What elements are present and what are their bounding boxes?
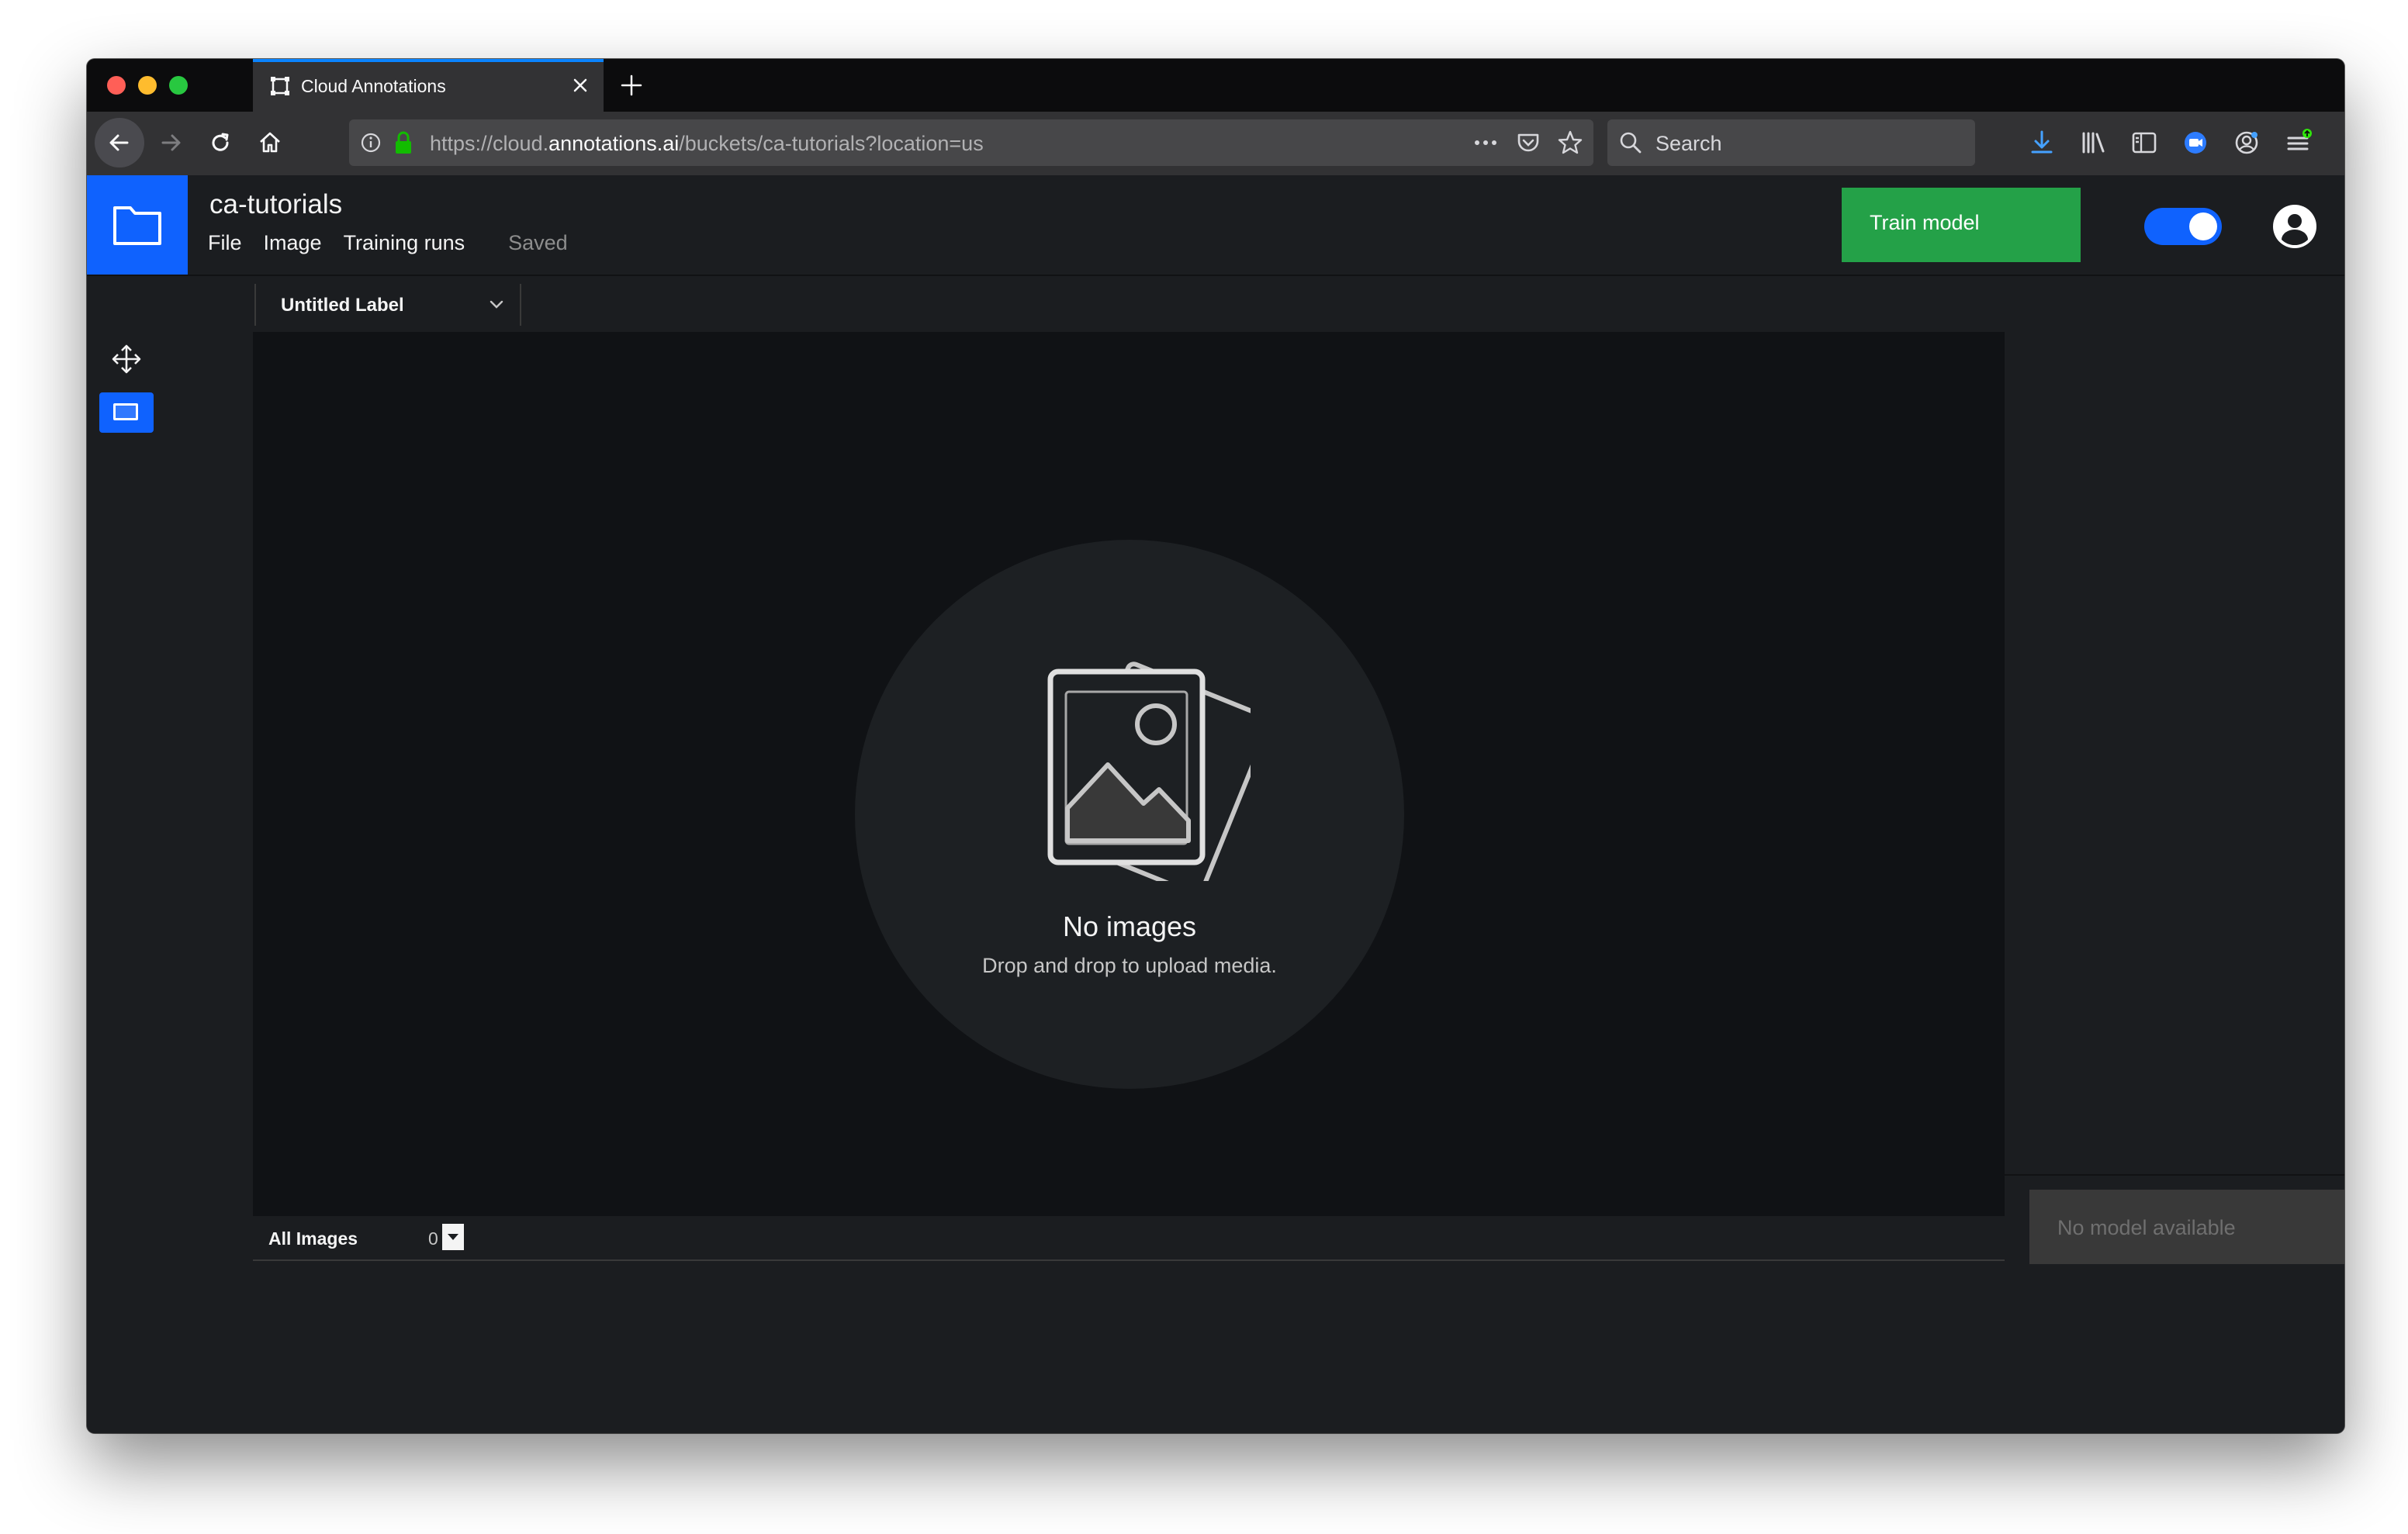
home-icon bbox=[260, 132, 280, 153]
tab-title: Cloud Annotations bbox=[301, 76, 446, 96]
reload-icon bbox=[212, 133, 229, 151]
save-status: Saved bbox=[508, 231, 568, 254]
label-dropdown[interactable]: Untitled Label bbox=[254, 284, 521, 326]
upload-drop-zone[interactable]: No images Drop and drop to upload media. bbox=[855, 540, 1404, 1089]
url-prefix: https://cloud. bbox=[430, 132, 549, 155]
reload-button[interactable] bbox=[195, 118, 245, 168]
folder-icon bbox=[113, 206, 161, 245]
arrow-left-icon bbox=[109, 134, 129, 151]
url-text[interactable]: https://cloud.annotations.ai/buckets/ca-… bbox=[430, 132, 984, 156]
user-avatar-icon[interactable] bbox=[2271, 203, 2318, 250]
hamburger-menu-icon[interactable] bbox=[2282, 127, 2313, 158]
close-icon[interactable] bbox=[568, 73, 593, 98]
plus-icon[interactable] bbox=[618, 71, 645, 99]
home-button[interactable] bbox=[245, 118, 295, 168]
navigation-bar: https://cloud.annotations.ai/buckets/ca-… bbox=[87, 112, 2344, 175]
model-select[interactable]: No model available bbox=[2029, 1190, 2344, 1264]
caret-down-icon bbox=[448, 1234, 458, 1240]
sidebar-icon[interactable] bbox=[2129, 127, 2160, 158]
info-icon[interactable] bbox=[360, 132, 382, 154]
box-tool-button[interactable] bbox=[99, 392, 154, 433]
images-placeholder-icon bbox=[1047, 662, 1251, 881]
search-placeholder: Search bbox=[1656, 132, 1722, 155]
theme-toggle[interactable] bbox=[2144, 208, 2222, 245]
zoom-window-button[interactable] bbox=[169, 76, 188, 95]
annotation-canvas[interactable]: No images Drop and drop to upload media. bbox=[253, 332, 2005, 1216]
rectangle-icon bbox=[113, 403, 138, 420]
menu-image[interactable]: Image bbox=[264, 231, 322, 255]
buckets-button[interactable] bbox=[87, 175, 188, 275]
screenshot-extension-icon[interactable] bbox=[2180, 127, 2211, 158]
url-path: /buckets/ca-tutorials?location=us bbox=[679, 132, 984, 155]
account-icon[interactable] bbox=[2231, 127, 2262, 158]
menu-training-runs[interactable]: Training runs bbox=[344, 231, 465, 255]
back-button[interactable] bbox=[95, 118, 144, 168]
arrow-right-icon bbox=[161, 134, 181, 151]
train-model-button[interactable]: Train model bbox=[1842, 188, 2081, 262]
tab-strip: Cloud Annotations bbox=[87, 59, 2344, 112]
image-filter-dropdown[interactable] bbox=[442, 1224, 464, 1250]
star-icon[interactable] bbox=[1556, 129, 1584, 157]
browser-window: Cloud Annotations https://cloud.annotati… bbox=[87, 59, 2344, 1433]
empty-state-title: No images bbox=[1062, 910, 1197, 942]
url-host: annotations.ai bbox=[548, 132, 680, 155]
browser-search-input[interactable]: Search bbox=[1607, 119, 1975, 166]
menu-file[interactable]: File bbox=[208, 231, 242, 255]
search-icon bbox=[1620, 132, 1642, 154]
right-panel: No model available bbox=[2005, 332, 2344, 1433]
tool-rail bbox=[87, 276, 166, 1433]
lock-icon[interactable] bbox=[393, 130, 414, 155]
bounding-box-icon bbox=[271, 77, 289, 95]
library-icon[interactable] bbox=[2078, 127, 2109, 158]
url-actions bbox=[1471, 129, 1584, 157]
toggle-knob bbox=[2189, 212, 2217, 240]
image-count: 0 bbox=[428, 1228, 438, 1249]
model-status: No model available bbox=[2057, 1216, 2236, 1239]
label-bar: Untitled Label bbox=[166, 276, 1921, 332]
close-window-button[interactable] bbox=[107, 76, 126, 95]
minimize-window-button[interactable] bbox=[138, 76, 157, 95]
browser-toolbar bbox=[2026, 127, 2313, 158]
download-icon[interactable] bbox=[2026, 127, 2057, 158]
app-header: ca-tutorials File Image Training runs Sa… bbox=[87, 175, 2344, 276]
label-dropdown-value: Untitled Label bbox=[281, 295, 404, 316]
app-menu: File Image Training runs Saved bbox=[208, 231, 568, 255]
image-filter-label[interactable]: All Images bbox=[268, 1228, 358, 1249]
panel-divider bbox=[2005, 1174, 2344, 1176]
move-tool-icon[interactable] bbox=[110, 343, 143, 375]
more-icon[interactable] bbox=[1471, 129, 1500, 157]
bucket-title: ca-tutorials bbox=[209, 189, 343, 219]
empty-state-subtitle: Drop and drop to upload media. bbox=[982, 954, 1277, 977]
image-filter-bar: All Images 0 bbox=[253, 1216, 2005, 1261]
url-bar[interactable]: https://cloud.annotations.ai/buckets/ca-… bbox=[349, 119, 1593, 166]
chevron-down-icon bbox=[490, 300, 503, 309]
forward-button[interactable] bbox=[146, 118, 195, 168]
pocket-icon[interactable] bbox=[1514, 129, 1542, 157]
browser-tab[interactable]: Cloud Annotations bbox=[253, 59, 604, 112]
